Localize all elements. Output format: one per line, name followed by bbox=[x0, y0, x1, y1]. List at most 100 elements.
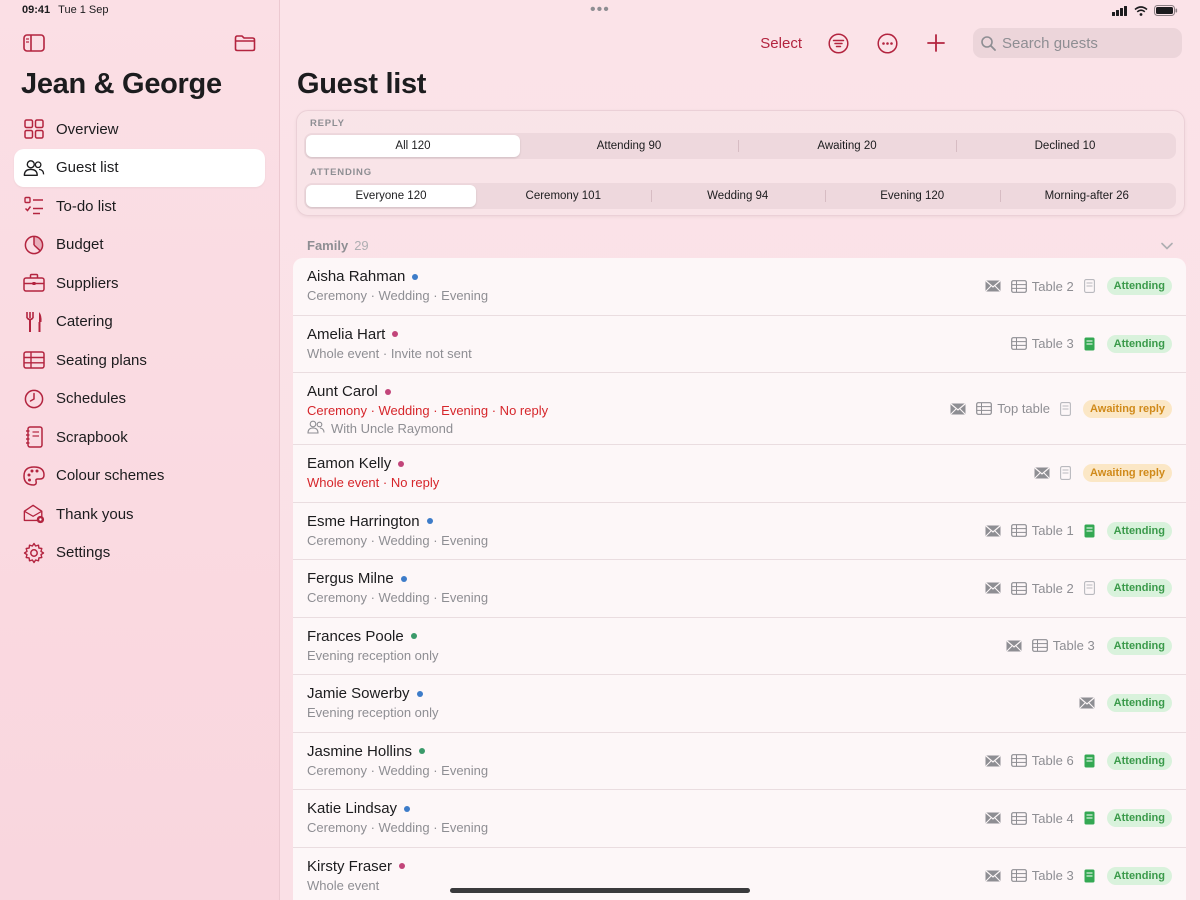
table-icon: Table 2 bbox=[1010, 278, 1074, 294]
people-icon bbox=[307, 420, 331, 437]
search-input[interactable] bbox=[1002, 34, 1172, 52]
guest-name-text: Eamon Kelly bbox=[307, 455, 392, 472]
table-assignment: Table 3 bbox=[1031, 868, 1074, 884]
side-dot-icon bbox=[398, 460, 405, 467]
section-count: 29 bbox=[354, 238, 369, 253]
attending-segment-wedding[interactable]: Wedding 94 bbox=[650, 185, 826, 207]
table-icon: Table 1 bbox=[1010, 523, 1074, 538]
guest-row[interactable]: Amelia Hart Whole event · Invite not sen… bbox=[293, 316, 1186, 373]
multitasking-handle-icon[interactable]: ••• bbox=[590, 2, 610, 18]
home-indicator[interactable] bbox=[450, 888, 750, 893]
sidebar-item-scrapbook[interactable]: Scrapbook bbox=[14, 418, 265, 457]
meal-card-icon bbox=[1083, 279, 1095, 294]
envelope-icon bbox=[1006, 640, 1022, 652]
guest-name: Aisha Rahman bbox=[307, 268, 419, 285]
envelope-icon bbox=[950, 403, 966, 415]
attending-segment-evening[interactable]: Evening 120 bbox=[825, 185, 1000, 207]
reply-filter-label: REPLY bbox=[310, 118, 345, 129]
signal-icon bbox=[1112, 5, 1127, 16]
briefcase-icon bbox=[23, 272, 45, 294]
guest-events: Evening reception only bbox=[307, 705, 439, 720]
attending-segmented-control: Everyone 120 Ceremony 101 Wedding 94 Evenin… bbox=[304, 183, 1176, 209]
table-assignment: Table 4 bbox=[1031, 810, 1074, 826]
table-assignment: Table 3 bbox=[1031, 336, 1074, 352]
guest-row[interactable]: Frances Poole Evening reception only Tab… bbox=[293, 618, 1186, 675]
more-options-icon[interactable] bbox=[875, 31, 899, 55]
palette-icon bbox=[23, 465, 45, 487]
sidebar-toggle-icon[interactable] bbox=[22, 32, 46, 54]
side-dot-icon bbox=[400, 575, 407, 582]
reply-segmented-control: All 120 Attending 90 Awaiting 20 Declined 1… bbox=[304, 133, 1176, 159]
envelope-icon bbox=[1034, 467, 1050, 479]
folder-icon[interactable] bbox=[233, 32, 257, 54]
guest-meta: Table 4 Attending bbox=[975, 790, 1172, 847]
side-dot-icon bbox=[416, 690, 423, 697]
status-bar-left: 09:41 Tue 1 Sep bbox=[22, 4, 109, 16]
status-badge: Attending bbox=[1106, 521, 1172, 540]
status-badge: Attending bbox=[1106, 809, 1172, 828]
guest-row[interactable]: Eamon Kelly Whole event · No reply Await… bbox=[293, 445, 1186, 503]
main-content: ••• Select Guest list REPLY bbox=[280, 0, 1200, 900]
reply-segment-declined[interactable]: Declined 10 bbox=[956, 135, 1174, 157]
attending-segment-morning-after[interactable]: Morning-after 26 bbox=[999, 185, 1175, 207]
fork-knife-icon bbox=[23, 311, 45, 333]
guest-row[interactable]: Aunt Carol Ceremony · Wedding · Evening … bbox=[293, 373, 1186, 445]
sidebar-item-label: Guest list bbox=[56, 159, 119, 177]
guest-row[interactable]: Fergus Milne Ceremony · Wedding · Evenin… bbox=[293, 560, 1186, 618]
guest-events: Ceremony · Wedding · Evening bbox=[307, 820, 489, 835]
pie-chart-icon bbox=[23, 234, 45, 256]
chevron-down-icon[interactable] bbox=[1161, 237, 1173, 255]
search-field[interactable] bbox=[973, 28, 1182, 58]
sidebar-item-budget[interactable]: Budget bbox=[14, 226, 265, 265]
guest-meta: Top table Awaiting reply bbox=[940, 373, 1172, 444]
guest-meta: Attending bbox=[1069, 675, 1172, 732]
guest-name-text: Fergus Milne bbox=[307, 570, 394, 587]
select-button[interactable]: Select bbox=[760, 35, 802, 52]
sidebar-item-settings[interactable]: Settings bbox=[14, 534, 265, 573]
table-assignment: Table 2 bbox=[1031, 580, 1074, 596]
reply-segment-attending[interactable]: Attending 90 bbox=[520, 135, 738, 157]
guest-events: Ceremony · Wedding · Evening bbox=[307, 590, 489, 605]
filter-icon[interactable] bbox=[826, 31, 850, 55]
guest-name: Jamie Sowerby bbox=[307, 685, 423, 702]
guest-meta: Awaiting reply bbox=[1024, 445, 1172, 502]
reply-segment-awaiting[interactable]: Awaiting 20 bbox=[738, 135, 956, 157]
side-dot-icon bbox=[384, 388, 391, 395]
sidebar-item-guest-list[interactable]: Guest list bbox=[14, 148, 265, 187]
sidebar-item-seating-plans[interactable]: Seating plans bbox=[14, 341, 265, 380]
guest-events: Ceremony · Wedding · Evening bbox=[307, 288, 489, 303]
sidebar-item-colour-schemes[interactable]: Colour schemes bbox=[14, 457, 265, 496]
sidebar-item-catering[interactable]: Catering bbox=[14, 303, 265, 342]
guest-row[interactable]: Katie Lindsay Ceremony · Wedding · Eveni… bbox=[293, 790, 1186, 848]
sidebar-item-schedules[interactable]: Schedules bbox=[14, 380, 265, 419]
status-badge: Awaiting reply bbox=[1083, 464, 1172, 483]
sidebar-item-thank-yous[interactable]: Thank yous bbox=[14, 495, 265, 534]
meal-card-icon bbox=[1060, 401, 1071, 416]
guest-events: Whole event bbox=[307, 877, 380, 893]
status-badge: Awaiting reply bbox=[1083, 399, 1172, 418]
guest-row[interactable]: Esme Harrington Ceremony · Wedding · Eve… bbox=[293, 503, 1186, 560]
section-header-family[interactable]: Family 29 bbox=[307, 237, 1173, 255]
guest-row[interactable]: Jasmine Hollins Ceremony · Wedding · Eve… bbox=[293, 733, 1186, 790]
guest-name: Aunt Carol bbox=[307, 383, 391, 400]
sidebar-item-label: Budget bbox=[56, 236, 104, 254]
table-assignment: Table 2 bbox=[1031, 278, 1074, 294]
guest-name-text: Jamie Sowerby bbox=[307, 685, 410, 702]
guest-meta: Table 3 Attending bbox=[1001, 316, 1172, 373]
attending-segment-ceremony[interactable]: Ceremony 101 bbox=[476, 185, 651, 207]
guest-row[interactable]: Jamie Sowerby Evening reception only Att… bbox=[293, 675, 1186, 733]
sidebar-item-to-do-list[interactable]: To-do list bbox=[14, 187, 265, 226]
add-icon[interactable] bbox=[924, 31, 948, 55]
reply-segment-all[interactable]: All 120 bbox=[306, 135, 520, 157]
sidebar-item-label: Scrapbook bbox=[56, 428, 128, 446]
guest-name-text: Amelia Hart bbox=[307, 325, 386, 343]
table-icon: Top table bbox=[976, 401, 1050, 416]
search-icon bbox=[981, 35, 996, 51]
sidebar-item-overview[interactable]: Overview bbox=[14, 110, 265, 149]
guest-row[interactable]: Aisha Rahman Ceremony · Wedding · Evenin… bbox=[293, 258, 1186, 316]
sidebar-item-suppliers[interactable]: Suppliers bbox=[14, 264, 265, 303]
attending-segment-everyone[interactable]: Everyone 120 bbox=[306, 185, 476, 207]
sidebar-nav: Overview Guest list To-do list Budget Su… bbox=[14, 110, 265, 572]
envelope-icon bbox=[985, 582, 1001, 594]
sidebar-item-label: Catering bbox=[56, 313, 113, 331]
